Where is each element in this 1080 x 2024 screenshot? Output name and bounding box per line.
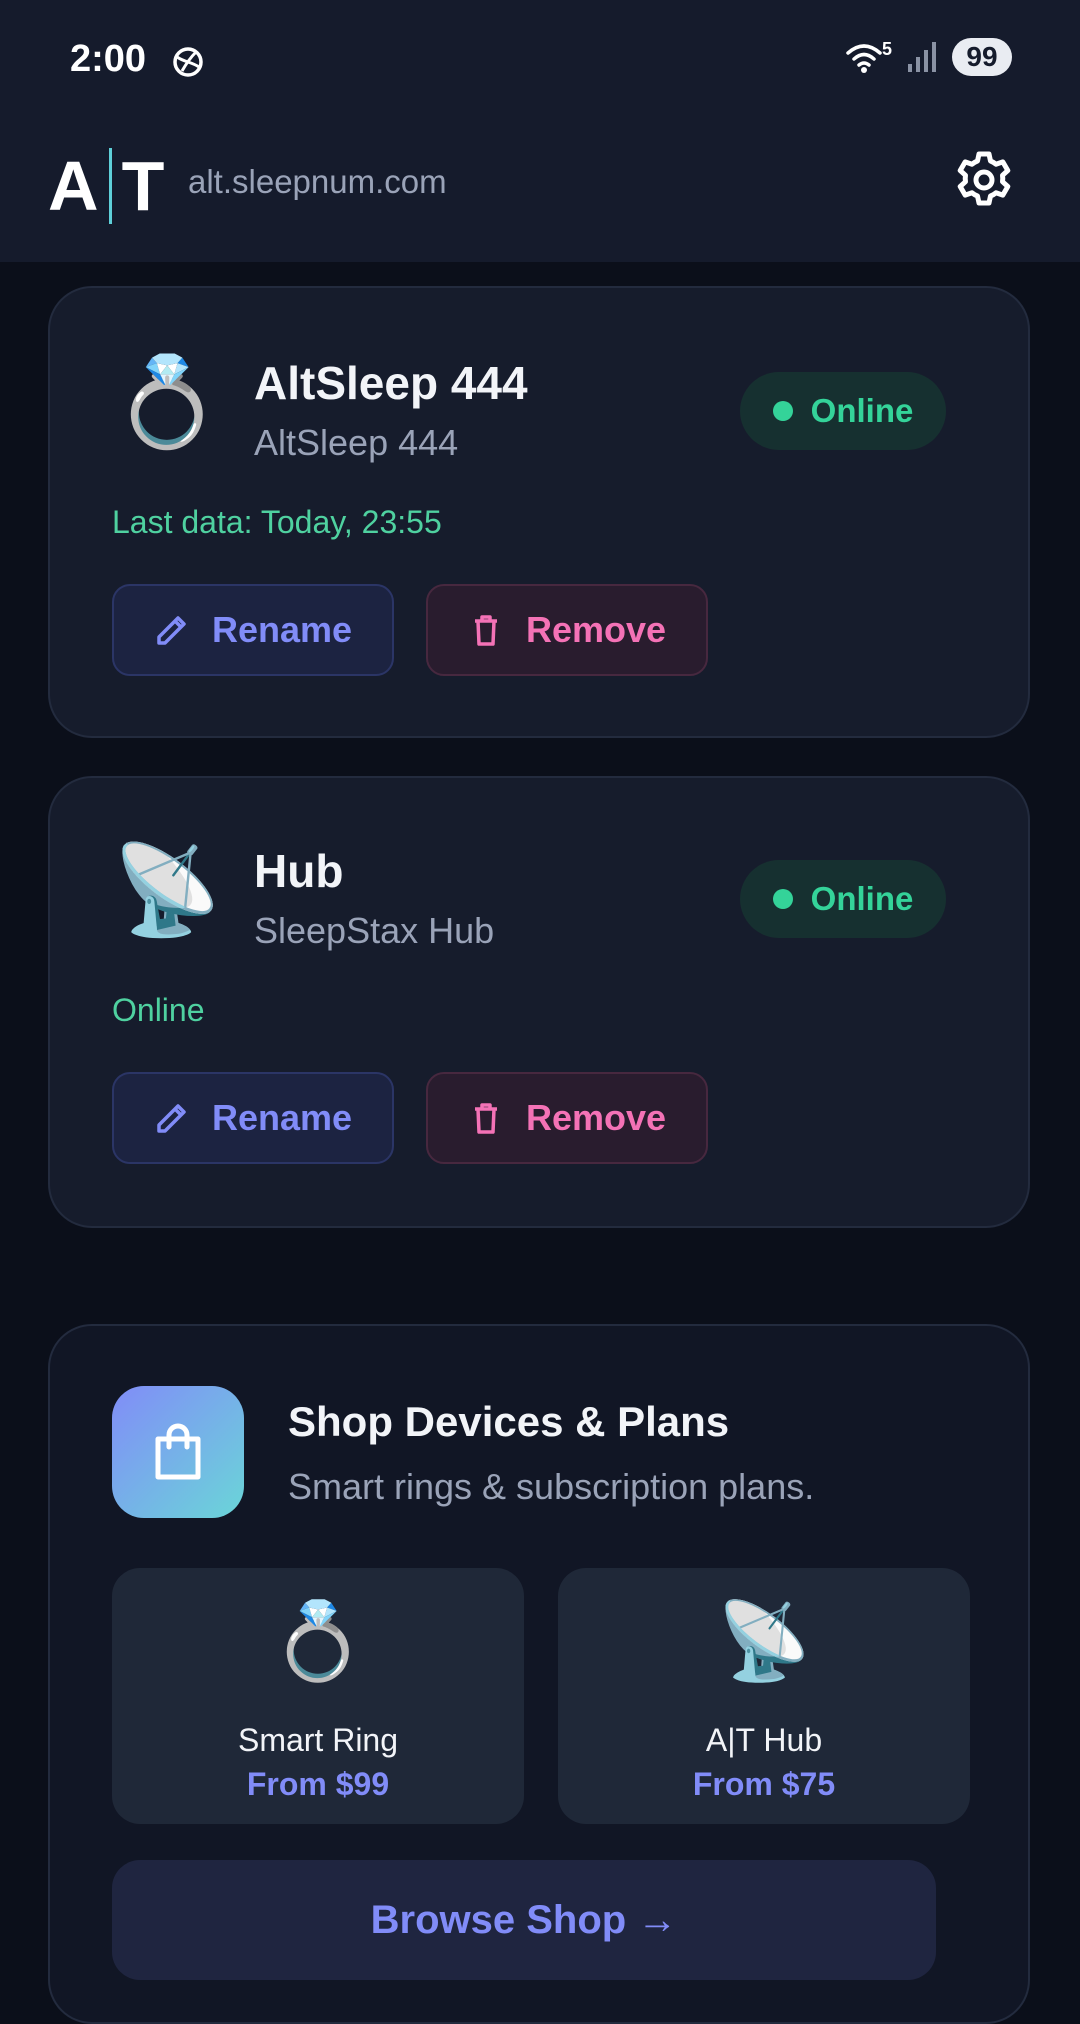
- satellite-dish-icon: 📡: [716, 1599, 812, 1684]
- logo-letter-t: T: [121, 147, 165, 225]
- status-bar: 2:00 5 99: [0, 0, 1080, 118]
- status-time: 2:00: [70, 38, 147, 80]
- gear-icon[interactable]: [952, 148, 1016, 212]
- logo-divider: [108, 148, 112, 224]
- status-badge-label: Online: [810, 392, 914, 429]
- wifi-icon: 5: [844, 39, 892, 75]
- shop-card: Shop Devices & Plans Smart rings & subsc…: [48, 1324, 1030, 2024]
- rename-button[interactable]: Rename: [112, 584, 394, 676]
- product-card-smart-ring[interactable]: 💍 Smart Ring From $99: [112, 1568, 524, 1824]
- status-badge: Online: [740, 372, 946, 450]
- remove-button[interactable]: Remove: [426, 1072, 708, 1164]
- product-price: From $75: [692, 1766, 836, 1802]
- device-card-hub: 📡 Hub SleepStax Hub Online Online Rename…: [48, 776, 1030, 1228]
- rename-label: Rename: [212, 1097, 353, 1138]
- product-card-hub[interactable]: 📡 A|T Hub From $75: [558, 1568, 970, 1824]
- product-name: Smart Ring: [237, 1722, 399, 1758]
- connection-status-text: Online: [112, 992, 205, 1028]
- shopping-bag-icon: [112, 1386, 244, 1518]
- pencil-icon: [157, 616, 186, 645]
- online-dot-icon: [772, 889, 793, 909]
- signal-icon: [908, 42, 936, 72]
- app-logo[interactable]: A T: [48, 136, 164, 236]
- online-dot-icon: [772, 401, 793, 421]
- product-price: From $99: [246, 1766, 390, 1802]
- status-badge: Online: [740, 860, 946, 938]
- remove-button[interactable]: Remove: [426, 584, 708, 676]
- device-title: AltSleep 444: [254, 357, 528, 409]
- wifi-badge: 5: [881, 39, 892, 59]
- domain-label: alt.sleepnum.com: [188, 163, 447, 200]
- device-subtitle: AltSleep 444: [254, 422, 459, 463]
- device-title: Hub: [254, 845, 344, 897]
- remove-label: Remove: [526, 1097, 667, 1138]
- ring-icon: 💍: [270, 1599, 366, 1684]
- product-name: A|T Hub: [705, 1722, 823, 1758]
- rename-label: Rename: [212, 609, 353, 650]
- device-subtitle: SleepStax Hub: [254, 910, 495, 951]
- last-data-text: Last data: Today, 23:55: [112, 504, 442, 540]
- device-card-altsleep: 💍 AltSleep 444 AltSleep 444 Online Last …: [48, 286, 1030, 738]
- ring-icon: 💍: [112, 352, 222, 451]
- app-bar: A T alt.sleepnum.com: [0, 118, 1080, 262]
- remove-label: Remove: [526, 609, 667, 650]
- browse-shop-button[interactable]: Browse Shop →: [112, 1860, 936, 1980]
- globe-icon: [173, 47, 203, 77]
- rename-button[interactable]: Rename: [112, 1072, 394, 1164]
- pencil-icon: [157, 1104, 186, 1133]
- trash-icon: [475, 615, 497, 646]
- satellite-dish-icon: 📡: [112, 840, 222, 939]
- battery-indicator: 99: [952, 38, 1012, 76]
- shop-subtitle: Smart rings & subscription plans.: [288, 1466, 815, 1507]
- shop-title: Shop Devices & Plans: [288, 1398, 730, 1445]
- trash-icon: [475, 1103, 497, 1134]
- logo-letter-a: A: [48, 147, 99, 225]
- status-badge-label: Online: [810, 880, 914, 917]
